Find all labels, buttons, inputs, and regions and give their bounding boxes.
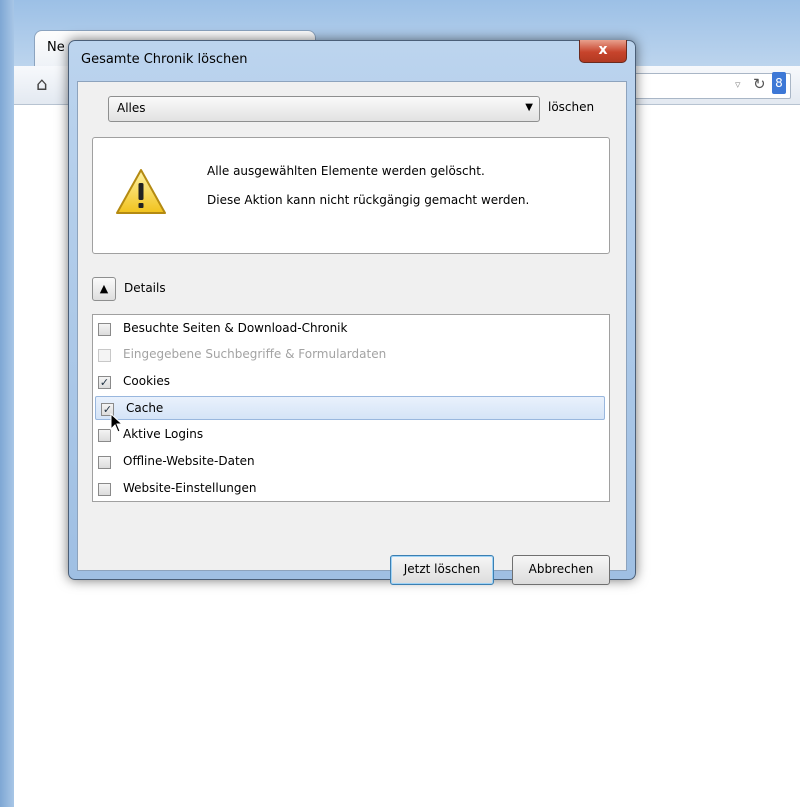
list-item-site-settings[interactable]: Website-Einstellungen xyxy=(93,477,607,501)
details-toggle-button[interactable]: ▲ xyxy=(92,277,116,301)
chevron-up-icon: ▲ xyxy=(99,282,109,295)
mouse-cursor-icon xyxy=(110,413,124,433)
details-label[interactable]: Details xyxy=(124,281,166,295)
reload-icon[interactable]: ↻ xyxy=(753,75,766,93)
warning-text-deleted: Alle ausgewählten Elemente werden gelösc… xyxy=(207,164,485,178)
clear-now-button[interactable]: Jetzt löschen xyxy=(390,555,494,585)
list-item-browsing-history[interactable]: Besuchte Seiten & Download-Chronik xyxy=(93,317,607,341)
list-item-form-data: Eingegebene Suchbegriffe & Formulardaten xyxy=(93,343,607,367)
item-label: Besuchte Seiten & Download-Chronik xyxy=(123,321,348,335)
list-item-cookies[interactable]: ✓ Cookies xyxy=(93,370,607,394)
time-range-label: löschen xyxy=(548,100,595,114)
history-items-list: Besuchte Seiten & Download-Chronik Einge… xyxy=(92,314,610,502)
checkbox-browsing-history[interactable] xyxy=(98,323,111,336)
item-label: Aktive Logins xyxy=(123,427,204,441)
search-engine-icon[interactable]: 8 xyxy=(772,72,786,94)
list-item-offline-data[interactable]: Offline-Website-Daten xyxy=(93,450,607,474)
checkbox-offline-data[interactable] xyxy=(98,456,111,469)
close-button[interactable]: x xyxy=(579,40,627,63)
item-label: Offline-Website-Daten xyxy=(123,454,255,468)
list-item-active-logins[interactable]: Aktive Logins xyxy=(93,423,607,447)
item-label: Eingegebene Suchbegriffe & Formulardaten xyxy=(123,347,387,361)
dialog-title: Gesamte Chronik löschen xyxy=(81,52,248,67)
item-label: Cache xyxy=(126,401,164,415)
item-label: Website-Einstellungen xyxy=(123,481,257,495)
item-label: Cookies xyxy=(123,374,170,388)
time-range-value: Alles xyxy=(117,101,146,115)
cancel-button[interactable]: Abbrechen xyxy=(512,555,610,585)
list-item-cache[interactable]: ✓ Cache xyxy=(95,396,605,420)
clear-history-dialog: Gesamte Chronik löschen x Alles ▼ lösche… xyxy=(68,40,636,585)
url-bar[interactable]: ▿ ↻ xyxy=(614,73,791,99)
checkbox-site-settings[interactable] xyxy=(98,483,111,496)
time-range-select[interactable]: Alles ▼ xyxy=(108,96,540,122)
chevron-down-icon: ▼ xyxy=(525,102,533,113)
checkbox-form-data xyxy=(98,349,111,362)
home-icon[interactable]: ⌂ xyxy=(36,74,47,95)
url-dropdown-icon[interactable]: ▿ xyxy=(735,78,741,91)
checkbox-cookies[interactable]: ✓ xyxy=(98,376,111,389)
window-border xyxy=(0,0,14,807)
warning-box: Alle ausgewählten Elemente werden gelösc… xyxy=(92,137,610,254)
browser-tab-label: Ne xyxy=(47,40,65,55)
dialog-body: Alles ▼ löschen Alle ausgewählten Elemen… xyxy=(77,81,627,585)
warning-text-irreversible: Diese Aktion kann nicht rückgängig gemac… xyxy=(207,193,530,207)
warning-icon xyxy=(116,169,166,214)
